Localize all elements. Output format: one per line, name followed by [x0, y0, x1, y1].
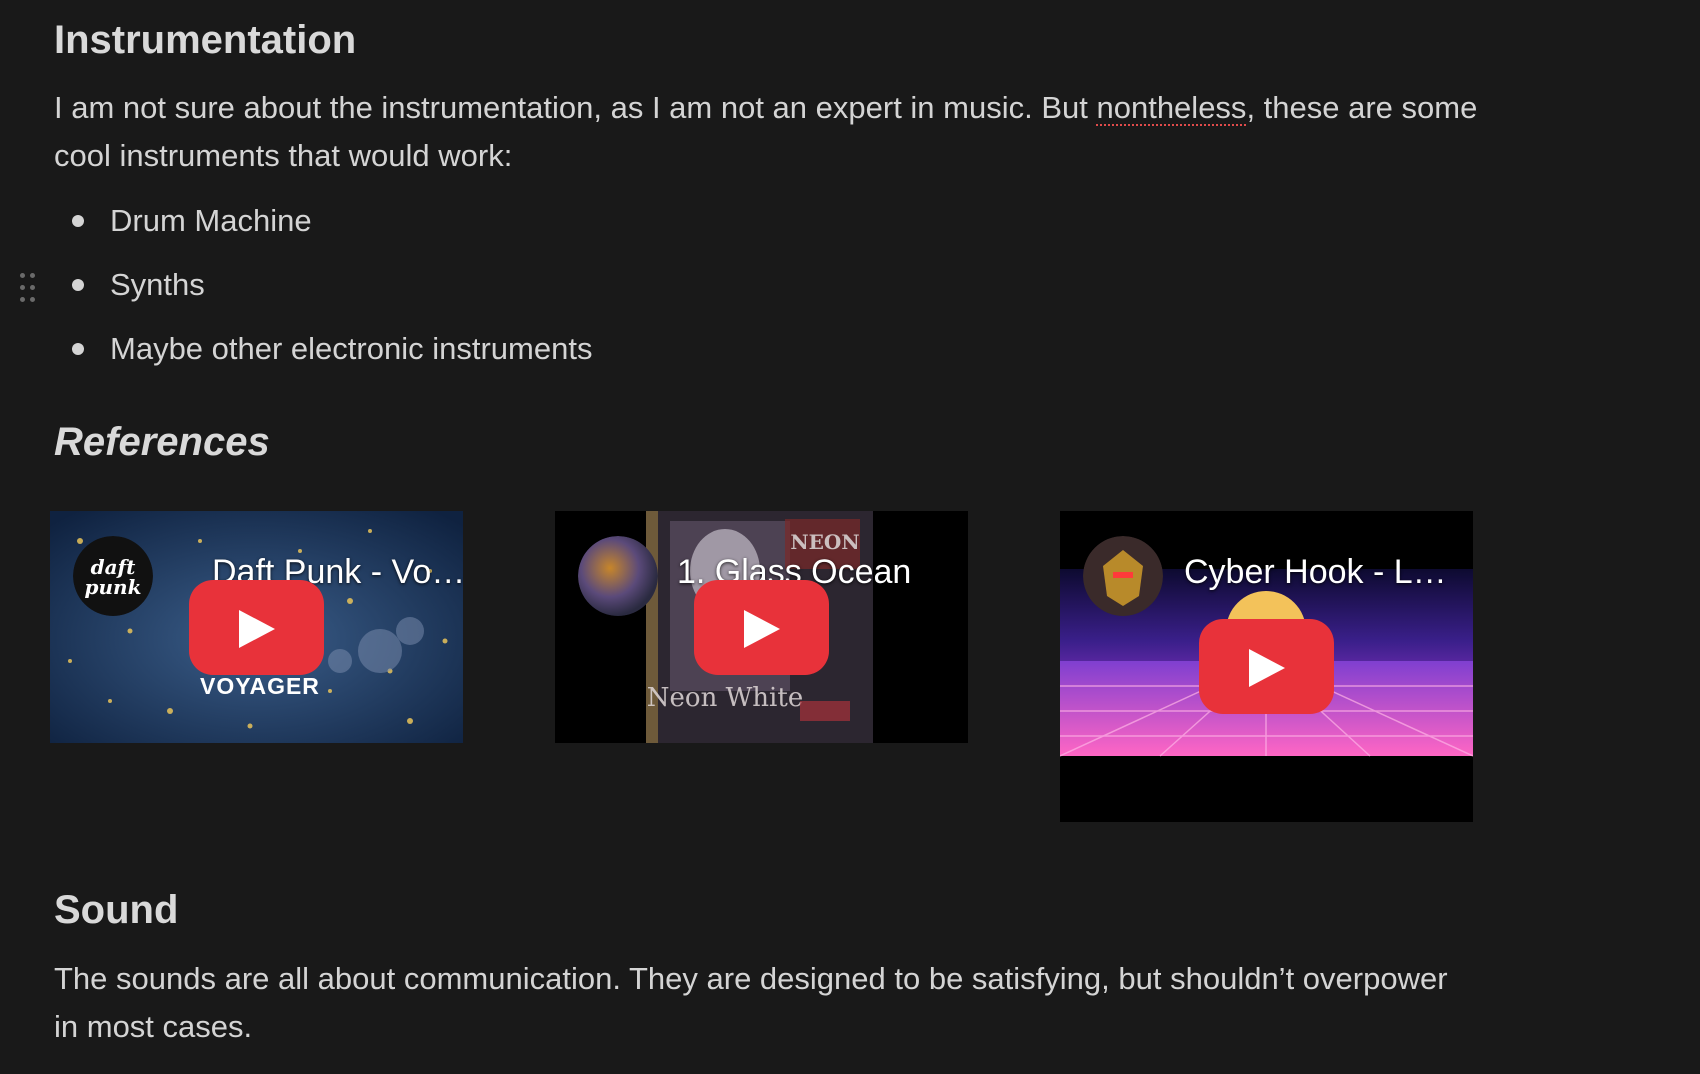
play-button[interactable] [694, 580, 829, 675]
video-embed-glass-ocean[interactable]: NEON Neon White 1. Glass Ocean [555, 511, 968, 743]
heading-instrumentation: Instrumentation [54, 18, 357, 62]
play-icon [744, 610, 780, 648]
list-item-text: Drum Machine [110, 203, 312, 238]
video-embed-cyber-hook[interactable]: C R Cyber Hook - L… [1060, 511, 1473, 822]
instrumentation-paragraph: I am not sure about the instrumentation,… [54, 84, 1494, 180]
paragraph-text-1: I am not sure about the instrumentation,… [54, 90, 1097, 125]
notion-page: Instrumentation I am not sure about the … [0, 0, 1700, 1074]
channel-avatar[interactable] [578, 536, 658, 616]
bullet-icon [72, 279, 84, 291]
heading-sound: Sound [54, 888, 179, 932]
drag-handle-icon[interactable] [18, 273, 38, 303]
heading-references: References [54, 420, 270, 464]
misspelled-word[interactable]: nontheless [1096, 90, 1246, 125]
svg-text:punk: punk [85, 575, 142, 599]
list-item[interactable]: Maybe other electronic instruments [0, 325, 900, 373]
sound-paragraph: The sounds are all about communication. … [54, 961, 1448, 1044]
list-item[interactable]: Synths [0, 261, 900, 309]
play-button[interactable] [189, 580, 324, 675]
svg-text:Neon White: Neon White [647, 683, 803, 713]
video-title[interactable]: Cyber Hook - L… [1184, 553, 1447, 592]
thumbnail-overlay-text: VOYAGER [200, 673, 320, 699]
svg-text:NEON: NEON [790, 530, 859, 554]
video-embed-daft-punk[interactable]: daft punk Daft Punk - Vo… VOYAGER [50, 511, 463, 743]
list-item-text: Maybe other electronic instruments [110, 331, 593, 366]
channel-avatar[interactable]: daft punk [73, 536, 153, 616]
channel-avatar[interactable] [1083, 536, 1163, 616]
play-button[interactable] [1199, 619, 1334, 714]
bullet-icon [72, 343, 84, 355]
bullet-icon [72, 215, 84, 227]
play-icon [1249, 649, 1285, 687]
play-icon [239, 610, 275, 648]
list-item[interactable]: Drum Machine [0, 197, 900, 245]
list-item-text: Synths [110, 267, 205, 302]
